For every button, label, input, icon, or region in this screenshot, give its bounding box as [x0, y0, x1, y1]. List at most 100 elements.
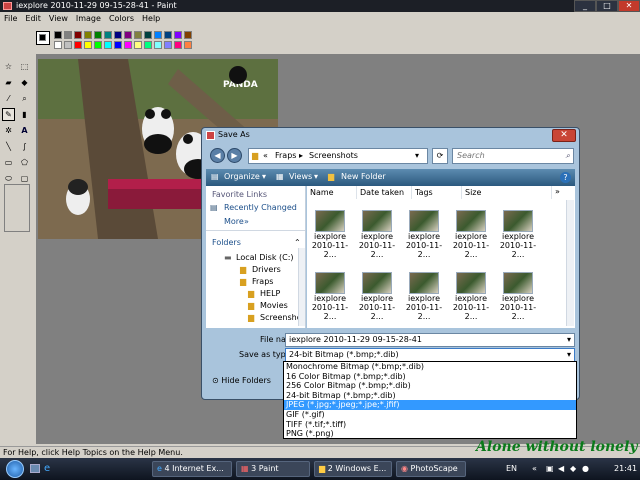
file-scrollbar[interactable] [566, 200, 574, 326]
palette-swatch[interactable] [54, 31, 62, 39]
volume-icon[interactable]: ◀ [558, 464, 564, 473]
type-option[interactable]: 24-bit Bitmap (*.bmp;*.dib) [284, 391, 576, 401]
menu-image[interactable]: Image [72, 12, 105, 25]
palette-swatch[interactable] [104, 41, 112, 49]
tool-options[interactable] [4, 184, 30, 232]
tree-item-local-disk[interactable]: Local Disk (C:) [236, 253, 294, 262]
menu-file[interactable]: File [0, 12, 21, 25]
palette-swatch[interactable] [164, 41, 172, 49]
tray-app-icon[interactable]: ● [582, 464, 589, 473]
palette-swatch[interactable] [114, 31, 122, 39]
rectangle-icon[interactable]: ▭ [2, 156, 15, 169]
taskbar-button-photoscape[interactable]: ◉ PhotoScape [396, 461, 466, 477]
tree-item-help[interactable]: HELP [260, 289, 280, 298]
column-header-date-taken[interactable]: Date taken [357, 186, 412, 199]
file-thumbnail[interactable]: iexplore 2010-11-2... [309, 272, 351, 321]
organize-dropdown-icon[interactable]: ▾ [262, 172, 266, 181]
dialog-title-bar[interactable]: Save As ✕ [202, 128, 579, 143]
palette-swatch[interactable] [84, 31, 92, 39]
curve-icon[interactable]: ∫ [18, 140, 31, 153]
search-icon[interactable]: ⌕ [566, 149, 570, 163]
breadcrumb-overflow[interactable]: « [263, 151, 268, 160]
tree-item-movies[interactable]: Movies [260, 301, 288, 310]
airbrush-icon[interactable]: ✲ [2, 124, 15, 137]
file-thumbnail[interactable]: iexplore 2010-11-2... [356, 210, 398, 259]
views-button[interactable]: Views [289, 172, 312, 181]
eraser-icon[interactable]: ▰ [2, 76, 15, 89]
refresh-icon[interactable]: ⟳ [432, 148, 448, 164]
column-header-size[interactable]: Size [462, 186, 552, 199]
file-thumbnail[interactable]: iexplore 2010-11-2... [403, 272, 445, 321]
back-arrow-icon[interactable]: ◀ [210, 148, 225, 163]
palette-swatch[interactable] [74, 31, 82, 39]
menu-help[interactable]: Help [138, 12, 164, 25]
folders-collapse-icon[interactable]: ⌃ [294, 238, 301, 247]
type-option-highlighted[interactable]: JPEG (*.jpg;*.jpeg;*.jpe;*.jfif) [284, 400, 576, 410]
palette-swatch[interactable] [174, 31, 182, 39]
type-option[interactable]: Monochrome Bitmap (*.bmp;*.dib) [284, 362, 576, 372]
menu-colors[interactable]: Colors [105, 12, 138, 25]
fill-icon[interactable]: ◆ [18, 76, 31, 89]
palette-swatch[interactable] [84, 41, 92, 49]
rect-select-icon[interactable]: ⬚ [18, 60, 31, 73]
palette-swatch[interactable] [184, 41, 192, 49]
save-type-select[interactable]: 24-bit Bitmap (*.bmp;*.dib) ▾ [285, 348, 575, 362]
palette-swatch[interactable] [154, 41, 162, 49]
title-bar[interactable]: iexplore 2010-11-29 09-15-28-41 - Paint … [0, 0, 640, 12]
type-option[interactable]: GIF (*.gif) [284, 410, 576, 420]
ie-quicklaunch-icon[interactable]: e [44, 463, 50, 474]
column-header-tags[interactable]: Tags [412, 186, 462, 199]
dialog-close-button[interactable]: ✕ [552, 129, 576, 142]
palette-swatch[interactable] [184, 31, 192, 39]
free-select-icon[interactable]: ☆ [2, 60, 15, 73]
palette-swatch[interactable] [114, 41, 122, 49]
chevron-down-icon[interactable]: ▾ [567, 349, 571, 361]
palette-swatch[interactable] [64, 41, 72, 49]
organize-button[interactable]: Organize [224, 172, 260, 181]
file-name-input[interactable]: iexplore 2010-11-29 09-15-28-41 ▾ [285, 333, 575, 347]
polygon-icon[interactable]: ⬠ [18, 156, 31, 169]
new-folder-button[interactable]: New Folder [341, 172, 386, 181]
breadcrumb-screenshots[interactable]: Screenshots [309, 151, 358, 160]
type-option[interactable]: TIFF (*.tif;*.tiff) [284, 420, 576, 430]
address-dropdown-icon[interactable]: ▾ [415, 151, 419, 160]
tree-scrollbar[interactable] [298, 248, 305, 326]
language-indicator[interactable]: EN [506, 464, 517, 473]
palette-swatch[interactable] [134, 31, 142, 39]
more-columns-icon[interactable]: » [555, 187, 560, 196]
folders-heading[interactable]: Folders [212, 238, 241, 247]
minimize-button[interactable]: _ [574, 0, 596, 12]
palette-swatch[interactable] [144, 41, 152, 49]
palette-swatch[interactable] [64, 31, 72, 39]
text-icon[interactable]: A [18, 124, 31, 137]
color-picker-icon[interactable]: ⁄ [2, 92, 15, 105]
more-chevron-icon[interactable]: » [244, 217, 249, 226]
hide-folders-button[interactable]: ⊙ Hide Folders [212, 376, 271, 385]
pencil-icon[interactable]: ✎ [2, 108, 15, 121]
file-thumbnail[interactable]: iexplore 2010-11-2... [403, 210, 445, 259]
line-icon[interactable]: ╲ [2, 140, 15, 153]
palette-swatch[interactable] [74, 41, 82, 49]
file-thumbnail[interactable]: iexplore 2010-11-2... [309, 210, 351, 259]
taskbar-button-paint[interactable]: ▦ 3 Paint [236, 461, 310, 477]
palette-swatch[interactable] [174, 41, 182, 49]
palette-swatch[interactable] [94, 41, 102, 49]
palette-swatch[interactable] [94, 31, 102, 39]
start-button[interactable] [6, 460, 24, 478]
file-thumbnail[interactable]: iexplore 2010-11-2... [497, 272, 539, 321]
taskbar-button-explorer[interactable]: ▆ 2 Windows E... [314, 461, 392, 477]
menu-view[interactable]: View [45, 12, 72, 25]
tray-chevron-icon[interactable]: « [532, 464, 537, 473]
palette-swatch[interactable] [124, 31, 132, 39]
palette-swatch[interactable] [154, 31, 162, 39]
type-option[interactable]: 16 Color Bitmap (*.bmp;*.dib) [284, 372, 576, 382]
tree-item-drivers[interactable]: Drivers [252, 265, 281, 274]
forward-arrow-icon[interactable]: ▶ [227, 148, 242, 163]
brush-icon[interactable]: ▮ [18, 108, 31, 121]
palette-swatch[interactable] [124, 41, 132, 49]
close-button[interactable]: ✕ [618, 0, 640, 12]
magnifier-icon[interactable]: ⌕ [18, 92, 31, 105]
palette-swatch[interactable] [134, 41, 142, 49]
breadcrumb-chevron-icon[interactable]: ▸ [299, 151, 303, 160]
palette-swatch[interactable] [144, 31, 152, 39]
